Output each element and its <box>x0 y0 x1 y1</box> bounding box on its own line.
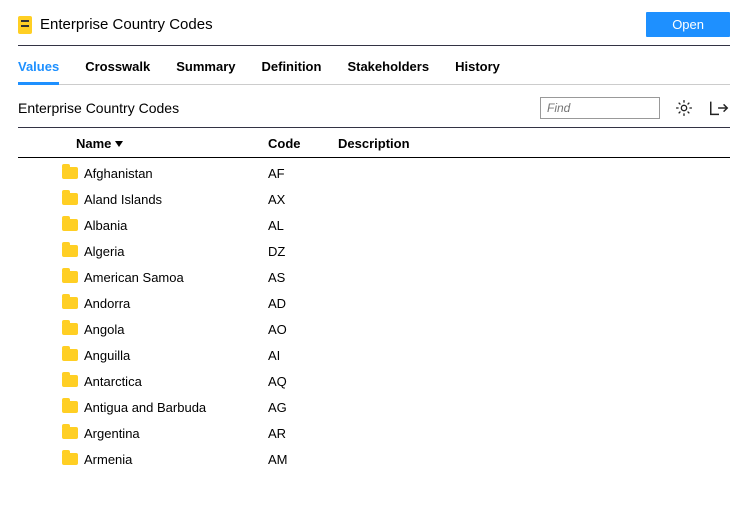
col-spacer <box>18 136 58 151</box>
cell-code: AR <box>268 426 338 441</box>
cell-name-text: Antarctica <box>84 374 142 389</box>
table-row[interactable]: Angola AO <box>18 316 730 342</box>
table-row[interactable]: Afghanistan AF <box>18 160 730 186</box>
toolbar-actions <box>540 97 730 119</box>
table-row[interactable]: Anguilla AI <box>18 342 730 368</box>
sort-desc-icon <box>115 141 123 147</box>
export-icon[interactable] <box>708 98 730 118</box>
table-row[interactable]: Antarctica AQ <box>18 368 730 394</box>
cell-name-text: Afghanistan <box>84 166 153 181</box>
tab-stakeholders[interactable]: Stakeholders <box>347 59 429 85</box>
cell-name: Albania <box>58 218 268 233</box>
cell-name: Antarctica <box>58 374 268 389</box>
cell-name: American Samoa <box>58 270 268 285</box>
cell-name: Anguilla <box>58 348 268 363</box>
cell-name: Armenia <box>58 452 268 467</box>
folder-icon <box>62 375 78 387</box>
folder-icon <box>62 401 78 413</box>
folder-icon <box>62 167 78 179</box>
cell-code: AF <box>268 166 338 181</box>
table-row[interactable]: Armenia AM <box>18 446 730 472</box>
cell-code: DZ <box>268 244 338 259</box>
panel-header: Enterprise Country Codes Open <box>18 10 730 46</box>
cell-name-text: Angola <box>84 322 124 337</box>
cell-name: Aland Islands <box>58 192 268 207</box>
cell-name-text: American Samoa <box>84 270 184 285</box>
tab-definition[interactable]: Definition <box>262 59 322 85</box>
table-body[interactable]: Afghanistan AF Aland Islands AX Albania AL Alg… <box>18 158 730 513</box>
cell-name: Argentina <box>58 426 268 441</box>
cell-name-text: Armenia <box>84 452 132 467</box>
cell-code: AO <box>268 322 338 337</box>
cell-name-text: Aland Islands <box>84 192 162 207</box>
cell-name-text: Andorra <box>84 296 130 311</box>
tab-history[interactable]: History <box>455 59 500 85</box>
toolbar: Enterprise Country Codes <box>18 85 730 128</box>
tab-crosswalk[interactable]: Crosswalk <box>85 59 150 85</box>
country-codes-panel: Enterprise Country Codes Open Values Cro… <box>0 0 748 527</box>
folder-icon <box>62 297 78 309</box>
table-row[interactable]: Argentina AR <box>18 420 730 446</box>
tab-bar: Values Crosswalk Summary Definition Stak… <box>18 46 730 85</box>
table-row[interactable]: American Samoa AS <box>18 264 730 290</box>
folder-icon <box>62 323 78 335</box>
table-row[interactable]: Antigua and Barbuda AG <box>18 394 730 420</box>
table-row[interactable]: Algeria DZ <box>18 238 730 264</box>
folder-icon <box>62 193 78 205</box>
table-row[interactable]: Albania AL <box>18 212 730 238</box>
cell-code: AL <box>268 218 338 233</box>
col-description[interactable]: Description <box>338 136 714 151</box>
col-scroll-spacer <box>714 136 730 151</box>
cell-code: AX <box>268 192 338 207</box>
cell-code: AI <box>268 348 338 363</box>
cell-name: Andorra <box>58 296 268 311</box>
table-row[interactable]: Andorra AD <box>18 290 730 316</box>
folder-icon <box>62 453 78 465</box>
open-button[interactable]: Open <box>646 12 730 37</box>
folder-icon <box>62 245 78 257</box>
header-left: Enterprise Country Codes <box>18 16 213 34</box>
folder-icon <box>62 271 78 283</box>
cell-name: Angola <box>58 322 268 337</box>
cell-name-text: Argentina <box>84 426 140 441</box>
col-name[interactable]: Name <box>58 136 268 151</box>
col-name-label: Name <box>76 136 111 151</box>
tab-summary[interactable]: Summary <box>176 59 235 85</box>
folder-icon <box>62 427 78 439</box>
page-title: Enterprise Country Codes <box>40 16 213 33</box>
cell-name: Antigua and Barbuda <box>58 400 268 415</box>
reference-table-icon <box>18 16 32 34</box>
cell-code: AG <box>268 400 338 415</box>
folder-icon <box>62 349 78 361</box>
cell-name-text: Antigua and Barbuda <box>84 400 206 415</box>
cell-name-text: Algeria <box>84 244 124 259</box>
search-input[interactable] <box>540 97 660 119</box>
cell-code: AS <box>268 270 338 285</box>
table-row[interactable]: Aland Islands AX <box>18 186 730 212</box>
cell-name: Algeria <box>58 244 268 259</box>
gear-icon[interactable] <box>674 98 694 118</box>
col-code[interactable]: Code <box>268 136 338 151</box>
cell-code: AQ <box>268 374 338 389</box>
tab-values[interactable]: Values <box>18 59 59 85</box>
folder-icon <box>62 219 78 231</box>
cell-code: AM <box>268 452 338 467</box>
cell-code: AD <box>268 296 338 311</box>
table-header: Name Code Description <box>18 128 730 158</box>
cell-name: Afghanistan <box>58 166 268 181</box>
cell-name-text: Albania <box>84 218 127 233</box>
cell-name-text: Anguilla <box>84 348 130 363</box>
breadcrumb: Enterprise Country Codes <box>18 100 179 116</box>
